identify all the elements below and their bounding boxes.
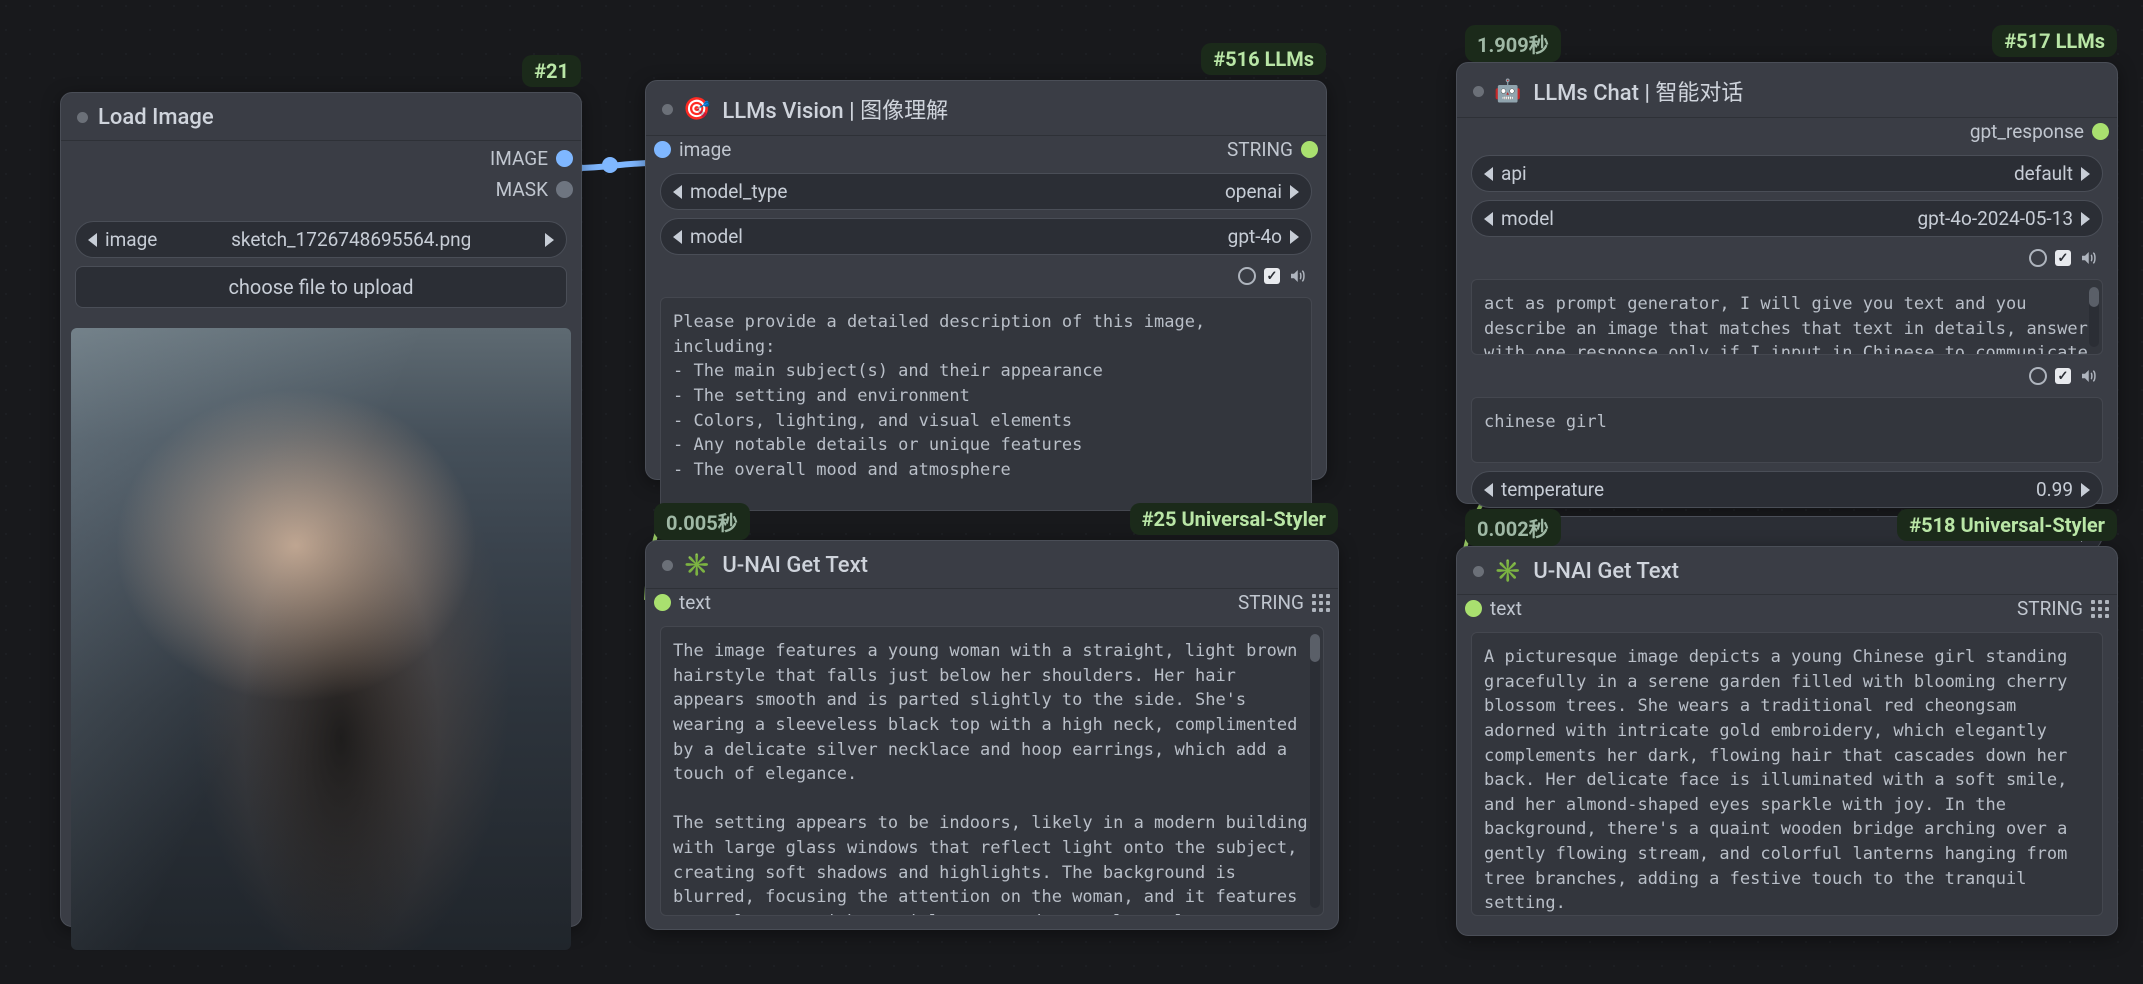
chevron-left-icon[interactable] <box>1484 483 1493 497</box>
speaker-icon[interactable] <box>2079 367 2097 385</box>
node-llms-vision[interactable]: #516 LLMs 🎯 LLMs Vision | 图像理解 image STR… <box>645 80 1327 480</box>
checkbox-icon[interactable]: ✓ <box>2055 368 2071 384</box>
grid-dots-icon[interactable] <box>2091 600 2109 618</box>
node-badge: #517 LLMs <box>1992 25 2117 57</box>
collapse-dot[interactable] <box>662 104 673 115</box>
circle-icon[interactable] <box>2029 367 2047 385</box>
timing-badge: 1.909秒 <box>1465 25 1561 62</box>
chevron-left-icon[interactable] <box>88 233 97 247</box>
port-text-in[interactable] <box>654 594 671 611</box>
output-label: IMAGE <box>490 147 548 170</box>
upload-button[interactable]: choose file to upload <box>75 266 567 308</box>
checkbox-icon[interactable]: ✓ <box>2055 250 2071 266</box>
speaker-icon[interactable] <box>2079 249 2097 267</box>
node-badge: #518 Universal-Styler <box>1897 509 2117 541</box>
chevron-right-icon[interactable] <box>1290 185 1299 199</box>
port-response-out[interactable] <box>2092 123 2109 140</box>
scrollbar-thumb[interactable] <box>1310 634 1320 662</box>
speaker-icon[interactable] <box>1288 267 1306 285</box>
node-load-image[interactable]: #21 Load Image IMAGE MASK image sketch_1… <box>60 92 582 927</box>
widget-api[interactable]: api default <box>1471 155 2103 192</box>
target-icon: 🎯 <box>683 97 710 122</box>
port-image-out[interactable] <box>556 150 573 167</box>
port-string-out[interactable] <box>1301 141 1318 158</box>
chevron-left-icon[interactable] <box>673 230 682 244</box>
collapse-dot[interactable] <box>1473 566 1484 577</box>
chevron-right-icon[interactable] <box>2081 483 2090 497</box>
scrollbar-thumb[interactable] <box>2089 287 2099 307</box>
timing-badge: 0.005秒 <box>654 503 750 540</box>
chevron-left-icon[interactable] <box>1484 212 1493 226</box>
widget-model-type[interactable]: model_type openai <box>660 173 1312 210</box>
user-prompt-textarea[interactable]: chinese girl <box>1471 397 2103 463</box>
timing-badge: 0.002秒 <box>1465 509 1561 546</box>
prompt-textarea[interactable]: Please provide a detailed description of… <box>660 297 1312 511</box>
sparkle-icon: ✳️ <box>1494 559 1521 584</box>
node-title: LLMs Vision | 图像理解 <box>722 93 948 125</box>
node-title: Load Image <box>98 105 214 130</box>
port-mask-out[interactable] <box>556 181 573 198</box>
image-preview <box>71 328 571 950</box>
node-get-text-25[interactable]: 0.005秒 #25 Universal-Styler ✳️ U-NAI Get… <box>645 540 1339 930</box>
output-label: MASK <box>496 178 548 201</box>
chevron-right-icon[interactable] <box>2081 212 2090 226</box>
collapse-dot[interactable] <box>1473 86 1484 97</box>
node-title: LLMs Chat | 智能对话 <box>1533 75 1743 107</box>
node-title: U-NAI Get Text <box>722 553 868 578</box>
output-textarea[interactable]: A picturesque image depicts a young Chin… <box>1471 632 2103 916</box>
circle-icon[interactable] <box>2029 249 2047 267</box>
node-title: U-NAI Get Text <box>1533 559 1679 584</box>
port-image-in[interactable] <box>654 141 671 158</box>
system-prompt-textarea[interactable]: act as prompt generator, I will give you… <box>1471 279 2103 355</box>
widget-model[interactable]: model gpt-4o <box>660 218 1312 255</box>
collapse-dot[interactable] <box>662 560 673 571</box>
port-text-in[interactable] <box>1465 600 1482 617</box>
widget-temperature[interactable]: temperature 0.99 <box>1471 471 2103 508</box>
scrollbar[interactable] <box>2089 287 2099 347</box>
chevron-right-icon[interactable] <box>545 233 554 247</box>
file-selector[interactable]: image sketch_1726748695564.png <box>75 221 567 258</box>
widget-model[interactable]: model gpt-4o-2024-05-13 <box>1471 200 2103 237</box>
robot-icon: 🤖 <box>1494 79 1521 104</box>
node-badge: #21 <box>522 55 581 87</box>
scrollbar[interactable] <box>1310 634 1320 908</box>
checkbox-icon[interactable]: ✓ <box>1264 268 1280 284</box>
chevron-left-icon[interactable] <box>673 185 682 199</box>
collapse-dot[interactable] <box>77 112 88 123</box>
chevron-right-icon[interactable] <box>2081 167 2090 181</box>
node-badge: #516 LLMs <box>1201 43 1326 75</box>
node-get-text-518[interactable]: 0.002秒 #518 Universal-Styler ✳️ U-NAI Ge… <box>1456 546 2118 936</box>
grid-dots-icon[interactable] <box>1312 594 1330 612</box>
node-llms-chat[interactable]: 1.909秒 #517 LLMs 🤖 LLMs Chat | 智能对话 gpt_… <box>1456 62 2118 504</box>
chevron-right-icon[interactable] <box>1290 230 1299 244</box>
node-badge: #25 Universal-Styler <box>1130 503 1338 535</box>
circle-icon[interactable] <box>1238 267 1256 285</box>
output-textarea[interactable]: The image features a young woman with a … <box>660 626 1324 916</box>
chevron-left-icon[interactable] <box>1484 167 1493 181</box>
sparkle-icon: ✳️ <box>683 553 710 578</box>
